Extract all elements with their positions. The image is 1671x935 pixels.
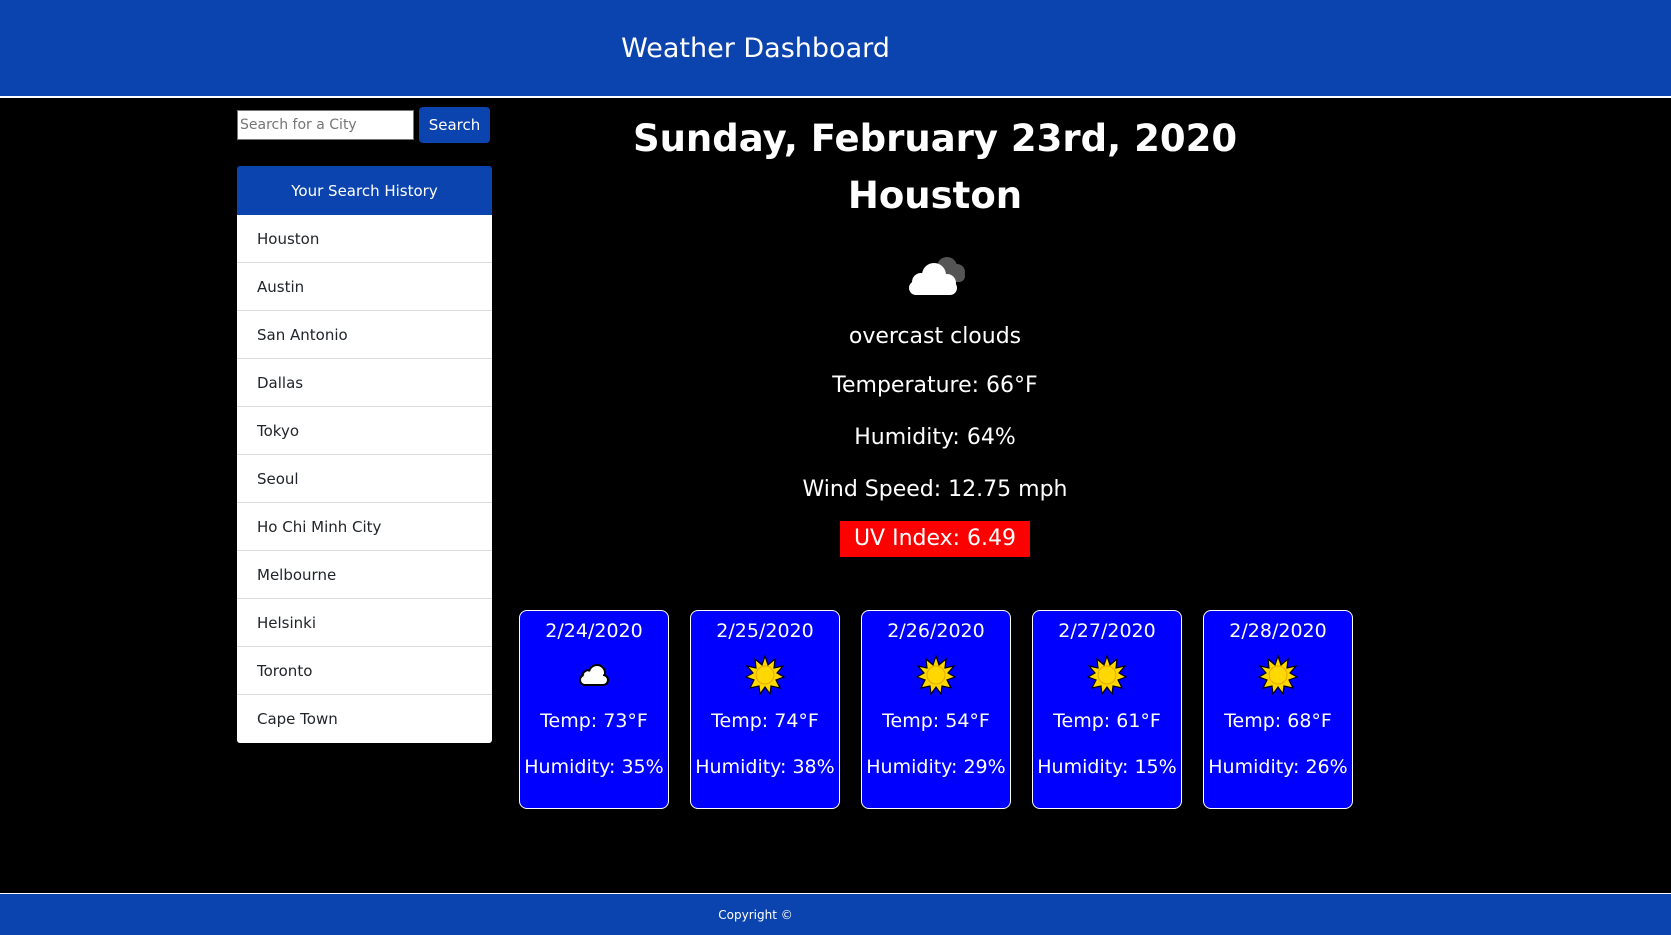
page-title: Weather Dashboard bbox=[621, 32, 890, 64]
forecast-temp: Temp: 54°F bbox=[882, 710, 990, 732]
forecast-card: 2/27/2020 Temp: 61°F Humidity: 15% bbox=[1032, 610, 1182, 809]
forecast-date: 2/26/2020 bbox=[887, 620, 985, 642]
forecast-temp: Temp: 73°F bbox=[540, 710, 648, 732]
history-item[interactable]: Toronto bbox=[237, 647, 492, 695]
temperature: Temperature: 66°F bbox=[832, 373, 1038, 398]
search-history-title: Your Search History bbox=[237, 166, 492, 215]
history-item[interactable]: Dallas bbox=[237, 359, 492, 407]
forecast-temp: Temp: 61°F bbox=[1053, 710, 1161, 732]
sidebar: Search Your Search History Houston Austi… bbox=[237, 107, 492, 743]
history-item[interactable]: Cape Town bbox=[237, 695, 492, 743]
search-bar: Search bbox=[237, 107, 492, 143]
history-item[interactable]: San Antonio bbox=[237, 311, 492, 359]
forecast-humidity: Humidity: 29% bbox=[866, 756, 1006, 778]
copyright-text: Copyright © bbox=[718, 907, 793, 922]
forecast-humidity: Humidity: 15% bbox=[1037, 756, 1177, 778]
sun-icon bbox=[1204, 653, 1352, 697]
humidity: Humidity: 64% bbox=[854, 425, 1016, 450]
page-footer: Copyright © bbox=[0, 893, 1671, 935]
history-item[interactable]: Ho Chi Minh City bbox=[237, 503, 492, 551]
history-item[interactable]: Helsinki bbox=[237, 599, 492, 647]
sun-icon bbox=[1033, 653, 1181, 697]
forecast-temp: Temp: 74°F bbox=[711, 710, 819, 732]
sun-icon bbox=[862, 653, 1010, 697]
weather-description: overcast clouds bbox=[848, 324, 1022, 349]
forecast-date: 2/28/2020 bbox=[1229, 620, 1327, 642]
forecast-card: 2/25/2020 Temp: 74°F Humidity: 38% bbox=[690, 610, 840, 809]
current-date: Sunday, February 23rd, 2020 bbox=[632, 117, 1238, 160]
wind-speed: Wind Speed: 12.75 mph bbox=[802, 477, 1068, 502]
overcast-clouds-icon bbox=[520, 250, 1350, 300]
five-day-forecast: 2/24/2020 Temp: 73°F Humidity: 35% 2/25/… bbox=[519, 610, 1374, 809]
forecast-humidity: Humidity: 35% bbox=[524, 756, 664, 778]
history-item[interactable]: Melbourne bbox=[237, 551, 492, 599]
current-city: Houston bbox=[847, 174, 1023, 217]
current-weather: Sunday, February 23rd, 2020 Houston over… bbox=[520, 110, 1350, 557]
search-history: Your Search History Houston Austin San A… bbox=[237, 166, 492, 743]
sun-icon bbox=[691, 653, 839, 697]
forecast-card: 2/24/2020 Temp: 73°F Humidity: 35% bbox=[519, 610, 669, 809]
forecast-date: 2/27/2020 bbox=[1058, 620, 1156, 642]
history-item[interactable]: Houston bbox=[237, 215, 492, 263]
uv-index-badge: UV Index: 6.49 bbox=[839, 521, 1031, 557]
history-item[interactable]: Austin bbox=[237, 263, 492, 311]
page-header: Weather Dashboard bbox=[0, 0, 1671, 98]
history-item[interactable]: Seoul bbox=[237, 455, 492, 503]
search-button[interactable]: Search bbox=[419, 107, 490, 143]
forecast-humidity: Humidity: 26% bbox=[1208, 756, 1348, 778]
forecast-card: 2/26/2020 Temp: 54°F Humidity: 29% bbox=[861, 610, 1011, 809]
cloud-icon bbox=[520, 653, 668, 697]
forecast-humidity: Humidity: 38% bbox=[695, 756, 835, 778]
forecast-date: 2/25/2020 bbox=[716, 620, 814, 642]
forecast-card: 2/28/2020 Temp: 68°F Humidity: 26% bbox=[1203, 610, 1353, 809]
forecast-temp: Temp: 68°F bbox=[1224, 710, 1332, 732]
forecast-date: 2/24/2020 bbox=[545, 620, 643, 642]
history-item[interactable]: Tokyo bbox=[237, 407, 492, 455]
search-input[interactable] bbox=[237, 110, 414, 140]
